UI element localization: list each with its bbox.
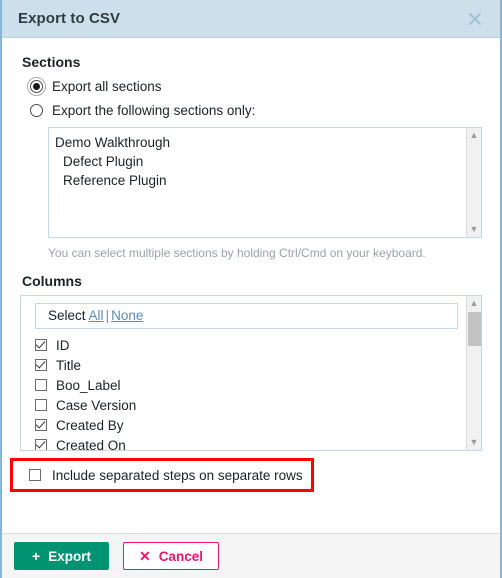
checkbox-label: Case Version — [56, 397, 137, 413]
export-to-csv-dialog: Export to CSV Sections Export all sectio… — [0, 0, 502, 578]
chevron-up-icon[interactable]: ▲ — [470, 299, 479, 308]
column-checkbox-row[interactable]: Title — [21, 355, 466, 375]
columns-heading: Columns — [22, 273, 82, 289]
column-checkbox-row[interactable]: Boo_Label — [21, 375, 466, 395]
dialog-header: Export to CSV — [2, 0, 500, 38]
separate-rows-highlight: Include separated steps on separate rows — [10, 458, 314, 492]
cancel-button[interactable]: ✕ Cancel — [122, 542, 219, 570]
sections-list: Demo Walkthrough Defect Plugin Reference… — [49, 128, 466, 237]
select-all-link[interactable]: All — [89, 308, 104, 323]
column-checkbox-row[interactable]: Case Version — [21, 395, 466, 415]
checkbox[interactable] — [35, 339, 47, 351]
dialog-body: Sections Export all sections Export the … — [2, 38, 500, 533]
checkbox[interactable] — [35, 439, 47, 450]
checkbox[interactable] — [29, 469, 41, 481]
checkbox[interactable] — [35, 399, 47, 411]
select-separator: | — [105, 308, 110, 323]
radio-export-following-sections[interactable]: Export the following sections only: — [30, 103, 482, 118]
dialog-footer: + Export ✕ Cancel — [2, 533, 500, 578]
export-button[interactable]: + Export — [14, 542, 109, 570]
chevron-down-icon[interactable]: ▼ — [470, 225, 479, 234]
radio-button-unselected[interactable] — [30, 104, 43, 117]
columns-scrollbar[interactable]: ▲ ▼ — [466, 296, 481, 450]
checkbox-label: Boo_Label — [56, 377, 121, 393]
select-all-none-row: Select All | None — [35, 303, 458, 329]
column-checkbox-row[interactable]: Created By — [21, 415, 466, 435]
checkbox[interactable] — [35, 379, 47, 391]
column-checkbox-row[interactable]: ID — [21, 335, 466, 355]
radio-button-selected[interactable] — [27, 77, 46, 96]
columns-list: Select All | None ID Title Boo_Label Cas… — [21, 296, 466, 450]
x-icon: ✕ — [138, 547, 151, 564]
checkbox[interactable] — [35, 359, 47, 371]
column-checkbox-row[interactable]: Created On — [21, 435, 466, 450]
checkbox-label: Title — [56, 357, 82, 373]
select-none-link[interactable]: None — [111, 308, 143, 323]
list-item[interactable]: Demo Walkthrough — [49, 133, 466, 152]
plus-icon: + — [32, 548, 41, 564]
checkbox[interactable] — [35, 419, 47, 431]
radio-label: Export all sections — [52, 79, 162, 94]
checkbox-label: Created On — [56, 437, 126, 451]
cancel-button-label: Cancel — [158, 548, 203, 564]
checkbox-label: ID — [56, 337, 70, 353]
radio-label: Export the following sections only: — [52, 103, 256, 118]
checkbox-label: Created By — [56, 417, 124, 433]
radio-export-all-sections[interactable]: Export all sections — [27, 77, 482, 96]
scrollbar-thumb[interactable] — [468, 312, 481, 346]
close-icon[interactable] — [462, 6, 488, 32]
chevron-down-icon[interactable]: ▼ — [470, 438, 479, 447]
sections-heading: Sections — [22, 54, 81, 70]
list-item[interactable]: Reference Plugin — [49, 171, 466, 190]
separate-rows-label: Include separated steps on separate rows — [52, 467, 303, 483]
sections-listbox[interactable]: Demo Walkthrough Defect Plugin Reference… — [48, 127, 482, 238]
select-prefix-label: Select — [48, 308, 86, 323]
list-item[interactable]: Defect Plugin — [49, 152, 466, 171]
export-button-label: Export — [48, 548, 91, 564]
chevron-up-icon[interactable]: ▲ — [470, 131, 479, 140]
sections-hint: You can select multiple sections by hold… — [48, 246, 426, 260]
columns-box: Select All | None ID Title Boo_Label Cas… — [20, 295, 482, 451]
dialog-title: Export to CSV — [18, 10, 121, 27]
sections-scrollbar[interactable]: ▲ ▼ — [466, 128, 481, 237]
